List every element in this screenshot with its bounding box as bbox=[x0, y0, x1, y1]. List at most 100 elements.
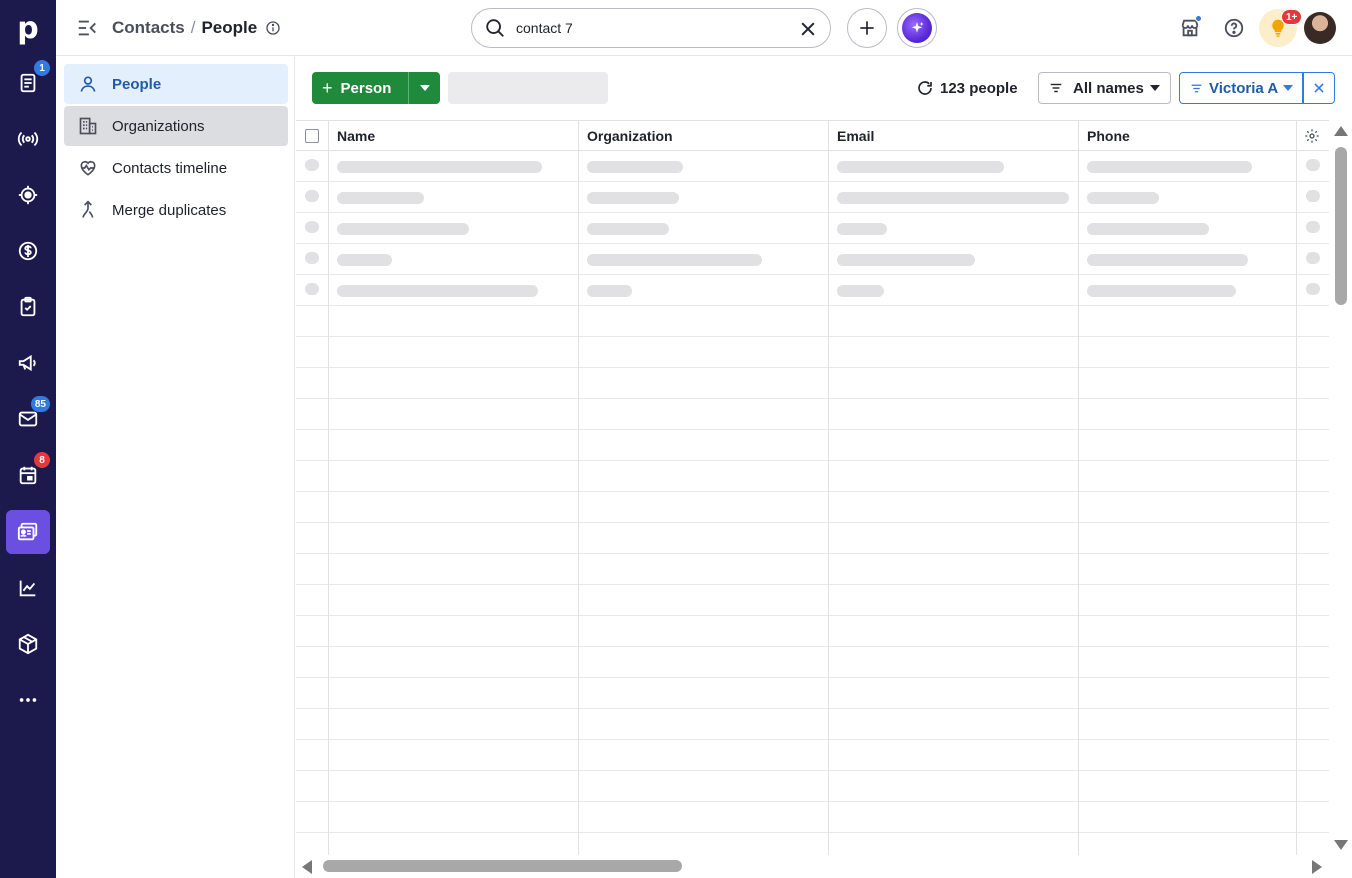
box-icon bbox=[18, 633, 38, 655]
column-header-email[interactable]: Email bbox=[829, 121, 874, 151]
rail-products[interactable] bbox=[6, 622, 50, 666]
owner-filter-label: Victoria A bbox=[1209, 79, 1279, 97]
subnav-label-merge-duplicates: Merge duplicates bbox=[112, 201, 227, 219]
collapse-menu-icon[interactable] bbox=[76, 17, 98, 39]
horizontal-scrollbar[interactable] bbox=[296, 855, 1333, 878]
rail-calendar[interactable]: 8 bbox=[6, 452, 50, 497]
skeleton-cell bbox=[337, 254, 392, 266]
calendar-badge: 8 bbox=[34, 452, 50, 468]
select-all-checkbox[interactable] bbox=[305, 129, 319, 143]
table-row-empty bbox=[296, 647, 1329, 678]
dollar-icon bbox=[18, 241, 38, 261]
table-row-empty bbox=[296, 678, 1329, 709]
skeleton-cell bbox=[587, 254, 762, 266]
ai-assistant-button[interactable] bbox=[897, 8, 937, 48]
table-row-loading bbox=[296, 213, 1329, 244]
table-row-empty bbox=[296, 492, 1329, 523]
column-header-organization[interactable]: Organization bbox=[579, 121, 673, 151]
clear-search-icon[interactable] bbox=[798, 19, 818, 39]
breadcrumb-contacts[interactable]: Contacts bbox=[112, 18, 185, 38]
close-icon bbox=[1314, 83, 1324, 93]
more-icon bbox=[19, 698, 37, 702]
clipboard-check-icon bbox=[20, 296, 36, 317]
scroll-right-arrow[interactable] bbox=[1312, 860, 1322, 874]
broadcast-icon bbox=[17, 131, 39, 147]
vertical-scroll-thumb[interactable] bbox=[1335, 147, 1347, 305]
pipedrive-logo[interactable]: p bbox=[0, 0, 56, 56]
rail-activities[interactable] bbox=[6, 285, 50, 329]
skeleton-cell bbox=[337, 285, 538, 297]
table-row-empty bbox=[296, 399, 1329, 430]
table-row-empty bbox=[296, 430, 1329, 461]
table-row-empty bbox=[296, 709, 1329, 740]
rail-deals[interactable] bbox=[6, 173, 50, 217]
breadcrumb: Contacts / People bbox=[112, 18, 281, 38]
table-row-empty bbox=[296, 306, 1329, 337]
horizontal-scroll-thumb[interactable] bbox=[323, 860, 682, 872]
user-avatar[interactable] bbox=[1304, 12, 1336, 44]
table-row-loading bbox=[296, 244, 1329, 275]
search-input[interactable] bbox=[516, 20, 786, 36]
subnav-item-contacts-timeline[interactable]: Contacts timeline bbox=[64, 148, 288, 188]
chart-line-icon bbox=[19, 580, 36, 597]
gear-icon[interactable] bbox=[1304, 128, 1320, 144]
rail-leads[interactable]: 1 bbox=[6, 60, 50, 105]
person-icon bbox=[80, 76, 96, 92]
skeleton-cell bbox=[1087, 254, 1248, 266]
caret-down-icon bbox=[419, 85, 430, 91]
skeleton-cell bbox=[1087, 223, 1209, 235]
megaphone-icon bbox=[18, 354, 36, 372]
heart-pulse-icon bbox=[80, 160, 96, 176]
rail-insights[interactable] bbox=[6, 566, 50, 610]
refresh-icon[interactable] bbox=[916, 79, 934, 97]
top-bar: Contacts / People 1+ bbox=[56, 0, 1352, 56]
scroll-left-arrow[interactable] bbox=[302, 860, 312, 874]
building-icon bbox=[79, 117, 97, 135]
column-header-phone[interactable]: Phone bbox=[1079, 121, 1130, 151]
rail-mail[interactable]: 85 bbox=[6, 396, 50, 441]
plus-icon: + bbox=[322, 77, 333, 98]
leads-icon bbox=[20, 73, 36, 93]
skeleton-cell bbox=[1087, 161, 1252, 173]
add-person-button[interactable]: + Person bbox=[312, 72, 408, 104]
skeleton-cell bbox=[837, 223, 887, 235]
quick-add-button[interactable] bbox=[847, 8, 887, 48]
owner-filter-dropdown[interactable]: Victoria A bbox=[1179, 72, 1303, 104]
skeleton-cell bbox=[837, 161, 1004, 173]
merge-icon bbox=[82, 200, 94, 218]
marketplace-button[interactable] bbox=[1176, 14, 1204, 42]
rail-campaigns-megaphone[interactable] bbox=[6, 341, 50, 385]
skeleton-cell bbox=[587, 161, 683, 173]
filter-lines-icon bbox=[1050, 83, 1062, 93]
plus-icon bbox=[860, 21, 874, 35]
names-filter-dropdown[interactable]: All names bbox=[1038, 72, 1171, 104]
column-header-name[interactable]: Name bbox=[329, 121, 375, 151]
row-checkbox-placeholder bbox=[305, 159, 319, 171]
rail-more[interactable] bbox=[6, 678, 50, 722]
rail-campaigns[interactable] bbox=[6, 117, 50, 161]
column-divider bbox=[1296, 121, 1297, 855]
skeleton-cell bbox=[587, 192, 679, 204]
page-title: People bbox=[201, 18, 258, 37]
help-button[interactable] bbox=[1220, 14, 1248, 42]
rail-contacts[interactable] bbox=[6, 510, 50, 554]
contacts-card-icon bbox=[17, 522, 38, 541]
rail-revenue[interactable] bbox=[6, 229, 50, 273]
table-header: Name Organization Email Phone bbox=[296, 121, 1329, 151]
scroll-up-arrow[interactable] bbox=[1334, 126, 1348, 136]
add-person-options-button[interactable] bbox=[408, 72, 440, 104]
target-icon bbox=[18, 185, 38, 205]
clear-owner-filter-button[interactable] bbox=[1303, 72, 1335, 104]
subnav-item-people[interactable]: People bbox=[64, 64, 288, 104]
table-row-empty bbox=[296, 740, 1329, 771]
vertical-scrollbar[interactable] bbox=[1333, 120, 1352, 855]
skeleton-cell bbox=[337, 161, 542, 173]
breadcrumb-separator: / bbox=[190, 18, 196, 37]
scroll-down-arrow[interactable] bbox=[1334, 840, 1348, 850]
global-search bbox=[471, 8, 831, 48]
info-icon[interactable] bbox=[265, 20, 281, 36]
subnav-item-merge-duplicates[interactable]: Merge duplicates bbox=[64, 190, 288, 230]
subnav-item-organizations[interactable]: Organizations bbox=[64, 106, 288, 146]
row-checkbox-placeholder bbox=[305, 221, 319, 233]
table-row-loading bbox=[296, 151, 1329, 182]
